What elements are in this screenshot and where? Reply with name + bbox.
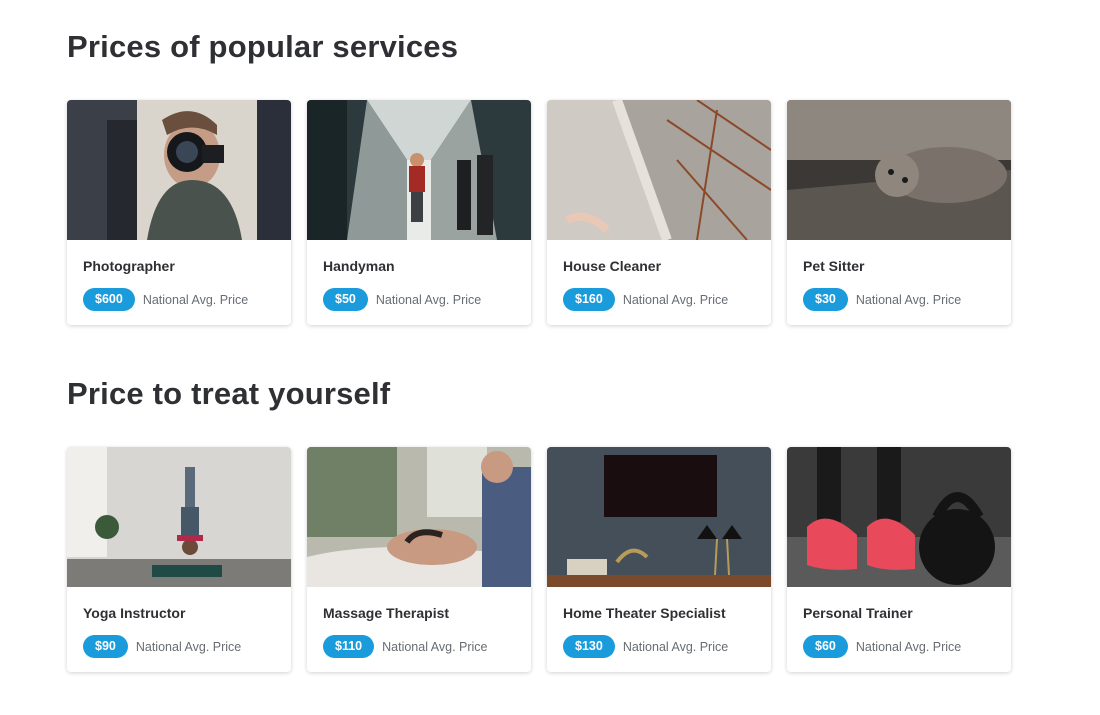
price-caption: National Avg. Price bbox=[855, 639, 962, 654]
price-caption: National Avg. Price bbox=[135, 639, 242, 654]
handyman-photo bbox=[307, 100, 531, 240]
pet-sitter-photo bbox=[787, 100, 1011, 240]
price-badge: $30 bbox=[803, 288, 848, 311]
section-title-treat-yourself: Price to treat yourself bbox=[67, 376, 391, 411]
house-cleaner-photo bbox=[547, 100, 771, 240]
popular-services-row: Photographer $600 National Avg. Price Ha… bbox=[67, 100, 1011, 325]
service-name: Massage Therapist bbox=[323, 605, 450, 621]
price-caption: National Avg. Price bbox=[142, 292, 249, 307]
personal-trainer-photo bbox=[787, 447, 1011, 587]
price-badge: $60 bbox=[803, 635, 848, 658]
home-theater-photo bbox=[547, 447, 771, 587]
price-caption: National Avg. Price bbox=[375, 292, 482, 307]
treat-yourself-row: Yoga Instructor $90 National Avg. Price … bbox=[67, 447, 1011, 672]
price-badge: $110 bbox=[323, 635, 375, 658]
price-badge: $90 bbox=[83, 635, 128, 658]
price-caption: National Avg. Price bbox=[382, 639, 488, 654]
service-card-pet-sitter[interactable]: Pet Sitter $30 National Avg. Price bbox=[787, 100, 1011, 325]
price-badge: $160 bbox=[563, 288, 615, 311]
service-name: Personal Trainer bbox=[803, 605, 913, 621]
price-caption: National Avg. Price bbox=[622, 292, 729, 307]
price-badge: $600 bbox=[83, 288, 135, 311]
service-card-house-cleaner[interactable]: House Cleaner $160 National Avg. Price bbox=[547, 100, 771, 325]
service-card-home-theater-specialist[interactable]: Home Theater Specialist $130 National Av… bbox=[547, 447, 771, 672]
service-card-handyman[interactable]: Handyman $50 National Avg. Price bbox=[307, 100, 531, 325]
price-caption: National Avg. Price bbox=[622, 639, 729, 654]
massage-therapist-photo bbox=[307, 447, 531, 587]
service-card-personal-trainer[interactable]: Personal Trainer $60 National Avg. Price bbox=[787, 447, 1011, 672]
section-title-popular-services: Prices of popular services bbox=[67, 29, 459, 64]
service-name: House Cleaner bbox=[563, 258, 662, 274]
price-caption: National Avg. Price bbox=[855, 292, 962, 307]
service-card-massage-therapist[interactable]: Massage Therapist $110 National Avg. Pri… bbox=[307, 447, 531, 672]
service-name: Yoga Instructor bbox=[83, 605, 186, 621]
photographer-photo bbox=[67, 100, 291, 240]
service-card-yoga-instructor[interactable]: Yoga Instructor $90 National Avg. Price bbox=[67, 447, 291, 672]
service-name: Photographer bbox=[83, 258, 175, 274]
service-name: Handyman bbox=[323, 258, 395, 274]
service-card-photographer[interactable]: Photographer $600 National Avg. Price bbox=[67, 100, 291, 325]
service-name: Pet Sitter bbox=[803, 258, 865, 274]
service-name: Home Theater Specialist bbox=[563, 605, 726, 621]
price-badge: $50 bbox=[323, 288, 368, 311]
price-badge: $130 bbox=[563, 635, 615, 658]
yoga-instructor-photo bbox=[67, 447, 291, 587]
